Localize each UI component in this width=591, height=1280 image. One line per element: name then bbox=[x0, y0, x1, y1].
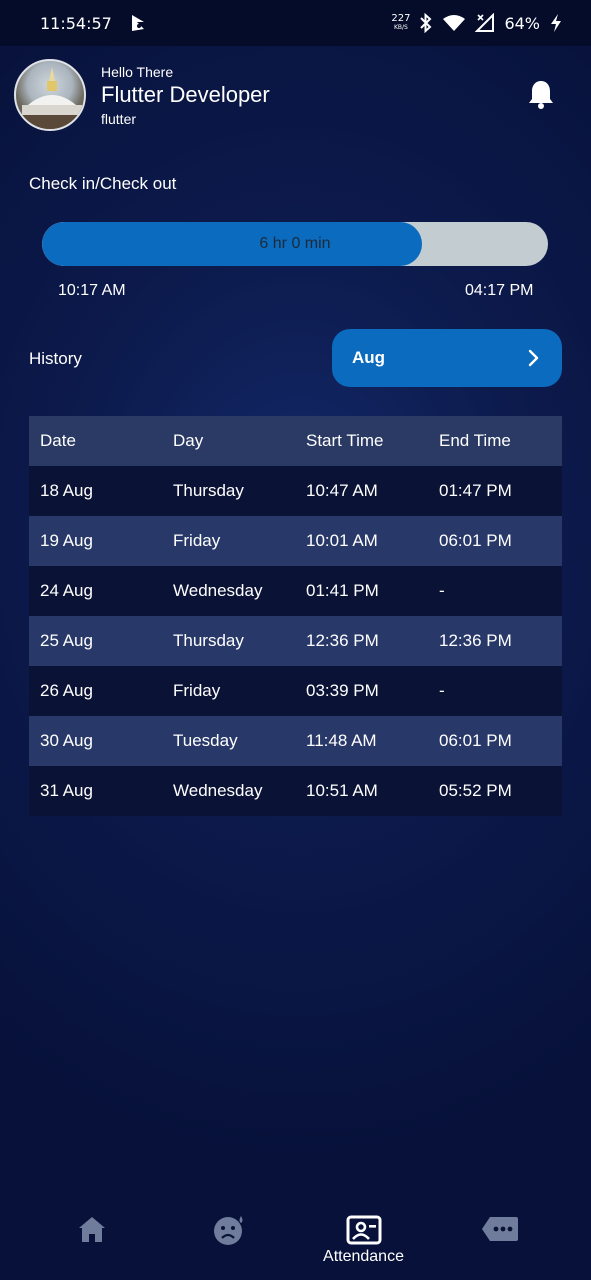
cell-day: Tuesday bbox=[173, 731, 238, 750]
notification-app-icon bbox=[130, 14, 148, 32]
work-progress-bar: 6 hr 0 min bbox=[42, 222, 548, 266]
cell-start-time: 03:39 PM bbox=[306, 681, 379, 700]
table-row[interactable]: 30 Aug Tuesday 11:48 AM 06:01 PM bbox=[29, 716, 562, 766]
history-title: History bbox=[29, 349, 82, 368]
nav-attendance[interactable]: Attendance bbox=[290, 1200, 437, 1280]
attendance-icon bbox=[346, 1215, 381, 1245]
checkin-title: Check in/Check out bbox=[29, 174, 177, 193]
network-speed: 227 KB/S bbox=[391, 14, 410, 32]
cell-end-time: - bbox=[439, 581, 445, 600]
status-time: 11:54:57 bbox=[40, 13, 112, 33]
table-row[interactable]: 18 Aug Thursday 10:47 AM 01:47 PM bbox=[29, 466, 562, 516]
user-subtitle: flutter bbox=[101, 110, 137, 127]
bluetooth-icon bbox=[420, 13, 432, 33]
cell-date: 24 Aug bbox=[40, 581, 93, 600]
cell-end-time: 06:01 PM bbox=[439, 731, 512, 750]
cell-end-time: 01:47 PM bbox=[439, 481, 512, 500]
status-bar: 11:54:57 227 KB/S 64% bbox=[0, 0, 591, 46]
cell-start-time: 10:51 AM bbox=[306, 781, 378, 800]
table-row[interactable]: 26 Aug Friday 03:39 PM - bbox=[29, 666, 562, 716]
month-selector-button[interactable]: Aug bbox=[332, 329, 562, 387]
sad-face-icon bbox=[213, 1216, 242, 1245]
cell-date: 26 Aug bbox=[40, 681, 93, 700]
greeting: Hello There bbox=[101, 63, 174, 80]
checkin-time: 10:17 AM bbox=[58, 282, 126, 299]
cell-day: Friday bbox=[173, 531, 221, 550]
cell-day: Friday bbox=[173, 681, 221, 700]
cell-date: 31 Aug bbox=[40, 781, 93, 800]
column-header-end-time: End Time bbox=[439, 431, 511, 450]
nav-mood[interactable] bbox=[155, 1200, 302, 1280]
cell-end-time: 06:01 PM bbox=[439, 531, 512, 550]
month-label: Aug bbox=[352, 348, 386, 367]
history-table: Date Day Start Time End Time 18 Aug Thur… bbox=[29, 416, 562, 816]
column-header-date: Date bbox=[40, 431, 76, 450]
cell-end-time: - bbox=[439, 681, 445, 700]
battery-percent: 64% bbox=[504, 13, 540, 33]
cell-date: 25 Aug bbox=[40, 631, 93, 650]
cell-end-time: 05:52 PM bbox=[439, 781, 512, 800]
cell-signal-icon bbox=[475, 13, 495, 32]
bell-icon[interactable] bbox=[526, 78, 556, 110]
cell-start-time: 01:41 PM bbox=[306, 581, 379, 600]
cell-day: Wednesday bbox=[173, 781, 263, 800]
user-name: Flutter Developer bbox=[101, 81, 270, 107]
cell-date: 18 Aug bbox=[40, 481, 93, 500]
nav-attendance-label: Attendance bbox=[323, 1248, 404, 1265]
chat-icon bbox=[481, 1217, 518, 1241]
network-speed-unit: KB/S bbox=[393, 24, 408, 31]
avatar[interactable] bbox=[14, 59, 86, 131]
table-row[interactable]: 19 Aug Friday 10:01 AM 06:01 PM bbox=[29, 516, 562, 566]
cell-start-time: 10:47 AM bbox=[306, 481, 378, 500]
chevron-right-icon bbox=[528, 349, 539, 367]
bottom-navigation: Attendance bbox=[0, 1200, 591, 1280]
charging-icon bbox=[551, 14, 561, 32]
table-header-row: Date Day Start Time End Time bbox=[29, 416, 562, 466]
wifi-icon bbox=[443, 15, 466, 31]
checkout-time: 04:17 PM bbox=[465, 282, 534, 299]
column-header-start-time: Start Time bbox=[306, 431, 384, 450]
column-header-day: Day bbox=[173, 431, 204, 450]
work-duration: 6 hr 0 min bbox=[259, 235, 331, 252]
cell-date: 30 Aug bbox=[40, 731, 93, 750]
cell-day: Thursday bbox=[173, 481, 244, 500]
cell-day: Wednesday bbox=[173, 581, 263, 600]
table-row[interactable]: 31 Aug Wednesday 10:51 AM 05:52 PM bbox=[29, 766, 562, 816]
table-row[interactable]: 25 Aug Thursday 12:36 PM 12:36 PM bbox=[29, 616, 562, 666]
table-row[interactable]: 24 Aug Wednesday 01:41 PM - bbox=[29, 566, 562, 616]
cell-start-time: 11:48 AM bbox=[306, 731, 377, 750]
nav-messages[interactable] bbox=[426, 1200, 573, 1280]
cell-start-time: 12:36 PM bbox=[306, 631, 379, 650]
cell-start-time: 10:01 AM bbox=[306, 531, 378, 550]
nav-home[interactable] bbox=[18, 1200, 165, 1280]
cell-date: 19 Aug bbox=[40, 531, 93, 550]
cell-end-time: 12:36 PM bbox=[439, 631, 512, 650]
home-icon bbox=[78, 1217, 105, 1242]
cell-day: Thursday bbox=[173, 631, 244, 650]
profile-header: Hello There Flutter Developer flutter bbox=[14, 58, 574, 132]
